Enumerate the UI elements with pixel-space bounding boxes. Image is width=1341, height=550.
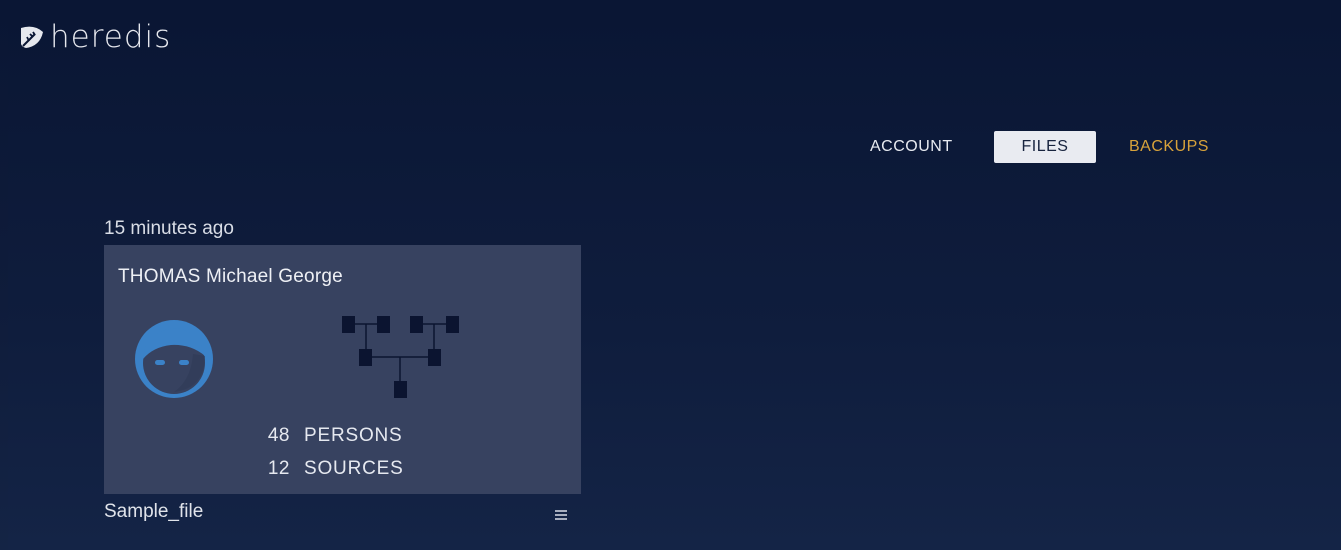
hamburger-menu-icon[interactable] [553,508,569,522]
logo-text: heredis [50,19,172,55]
sources-stat: 12 SOURCES [234,452,404,485]
app-logo: heredis [18,22,171,53]
tab-backups[interactable]: BACKUPS [1129,131,1209,163]
file-stats: 48 PERSONS 12 SOURCES [234,419,404,485]
persons-count: 48 [267,424,290,446]
sources-count: 12 [267,457,290,479]
file-timestamp: 15 minutes ago [104,218,234,239]
top-nav: ACCOUNT FILES BACKUPS [870,131,1209,163]
persons-label: PERSONS [304,424,403,446]
root-person-name: THOMAS Michael George [118,266,343,287]
persons-stat: 48 PERSONS [234,419,404,452]
person-avatar-icon [135,320,213,398]
tab-account[interactable]: ACCOUNT [870,131,964,163]
file-name[interactable]: Sample_file [104,501,203,523]
leaf-icon [21,26,43,48]
file-card[interactable]: THOMAS Michael George 48 PERSONS 12 SOUR… [104,245,581,494]
family-tree-icon [342,316,459,398]
tab-files[interactable]: FILES [994,131,1096,163]
sources-label: SOURCES [304,457,404,479]
